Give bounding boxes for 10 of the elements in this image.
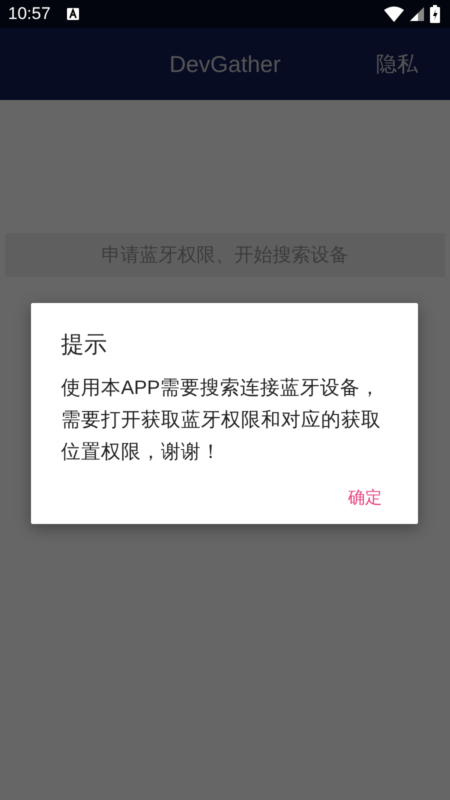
- wifi-icon: [384, 6, 404, 22]
- notification-icon: [66, 8, 79, 20]
- dialog-title: 提示: [61, 330, 108, 359]
- privacy-button[interactable]: 隐私: [376, 50, 418, 78]
- dialog-message: 使用本APP需要搜索连接蓝牙设备，需要打开获取蓝牙权限和对应的获取位置权限，谢谢！: [61, 376, 382, 465]
- app-title: DevGather: [169, 50, 281, 78]
- battery-icon: [430, 5, 440, 23]
- status-time: 10:57: [8, 4, 51, 24]
- signal-icon: [410, 7, 424, 21]
- confirm-button[interactable]: 确定: [346, 482, 384, 513]
